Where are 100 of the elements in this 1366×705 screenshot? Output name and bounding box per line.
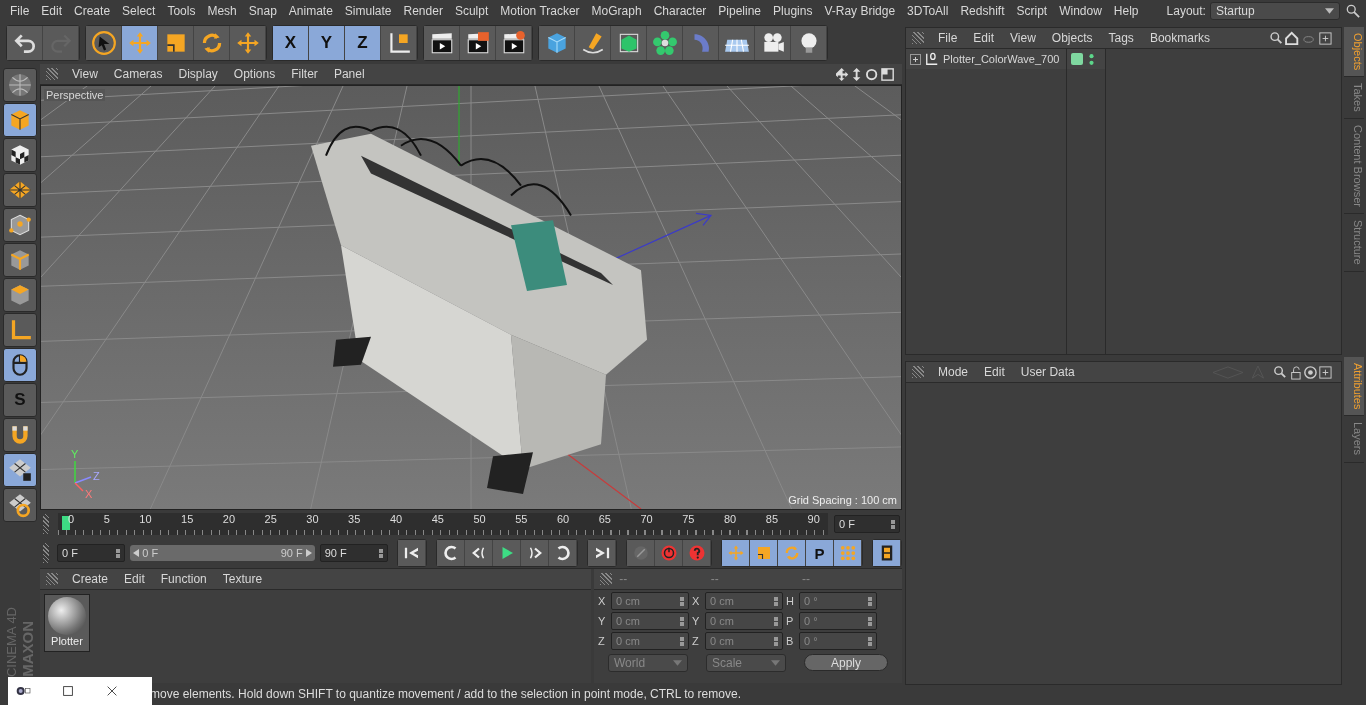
tool-button[interactable] — [3, 453, 37, 487]
menu-item[interactable]: Create — [68, 4, 117, 18]
menu-item[interactable]: Create — [64, 572, 117, 586]
menu-item[interactable]: Animate — [282, 4, 339, 18]
menu-item[interactable]: Objects — [1043, 31, 1101, 45]
frame-range-slider[interactable]: 0 F 90 F — [130, 545, 315, 561]
toolbar-button[interactable] — [424, 26, 460, 60]
menu-item[interactable]: Simulate — [338, 4, 398, 18]
playback-button[interactable] — [778, 540, 806, 566]
axis-button[interactable]: X — [273, 26, 309, 60]
menu-item[interactable]: Edit — [35, 4, 69, 18]
view-navigation-icons[interactable] — [836, 66, 896, 82]
toolbar-button[interactable] — [7, 26, 43, 60]
menu-item[interactable]: Help — [1107, 4, 1145, 18]
menu-item[interactable]: Texture — [214, 572, 271, 586]
spinner-icon[interactable] — [116, 548, 121, 558]
tool-button[interactable] — [3, 243, 37, 277]
side-tab[interactable]: Attributes — [1344, 357, 1364, 417]
left-arrow-icon[interactable] — [133, 549, 140, 557]
menu-item[interactable]: Script — [1010, 4, 1054, 18]
toolbar-button[interactable] — [719, 26, 755, 60]
material-swatch[interactable]: Plotter — [44, 594, 90, 652]
playback-button[interactable] — [722, 540, 750, 566]
spinner-icon[interactable] — [379, 548, 383, 558]
menu-item[interactable]: File — [930, 31, 966, 45]
app-window-icon[interactable] — [16, 684, 32, 698]
menu-item[interactable]: Render — [397, 4, 449, 18]
menu-item[interactable]: Bookmarks — [1141, 31, 1218, 45]
menu-item[interactable]: Plugins — [767, 4, 819, 18]
tool-button[interactable] — [3, 278, 37, 312]
menu-item[interactable]: Window — [1053, 4, 1108, 18]
menu-item[interactable]: Edit — [965, 31, 1003, 45]
menu-item[interactable]: Panel — [325, 67, 373, 81]
viewport-scene[interactable]: Perspective Grid Spacing : 100 cm Y Z X — [40, 85, 902, 510]
menu-item[interactable]: Mesh — [201, 4, 243, 18]
tool-button[interactable] — [3, 173, 37, 207]
menu-item[interactable]: View — [1002, 31, 1044, 45]
axis-button[interactable]: Y — [309, 26, 345, 60]
menu-item[interactable]: Select — [116, 4, 162, 18]
grip-icon[interactable] — [600, 573, 612, 585]
maximize-icon[interactable] — [60, 684, 76, 698]
toolbar-button[interactable] — [460, 26, 496, 60]
menu-item[interactable]: Display — [170, 67, 226, 81]
menu-item[interactable]: Filter — [283, 67, 326, 81]
toolbar-button[interactable] — [381, 26, 417, 60]
grip-icon[interactable] — [912, 32, 924, 44]
tool-button[interactable] — [3, 68, 37, 102]
toolbar-button[interactable] — [86, 26, 122, 60]
menu-item[interactable]: MoGraph — [585, 4, 648, 18]
menu-item[interactable]: Function — [152, 572, 215, 586]
layer-tag-icon[interactable] — [1071, 53, 1083, 65]
tool-button[interactable] — [3, 348, 37, 382]
menu-item[interactable]: Pipeline — [712, 4, 768, 18]
menu-item[interactable]: Redshift — [954, 4, 1011, 18]
search-icon[interactable] — [1345, 4, 1360, 18]
menu-item[interactable]: Snap — [242, 4, 283, 18]
menu-item[interactable]: Sculpt — [448, 4, 495, 18]
tool-button[interactable] — [3, 418, 37, 452]
spinner-icon[interactable] — [891, 519, 895, 529]
tool-button[interactable] — [3, 488, 37, 522]
tool-button[interactable] — [3, 208, 37, 242]
playback-button[interactable] — [437, 540, 465, 566]
grip-icon[interactable] — [46, 68, 58, 80]
current-frame-field[interactable]: 0 F — [834, 515, 900, 533]
playback-button[interactable] — [750, 540, 778, 566]
visibility-dots-icon[interactable] — [1089, 52, 1094, 66]
tool-button[interactable] — [3, 103, 37, 137]
pla-button[interactable]: P — [806, 540, 834, 566]
menu-item[interactable]: Cameras — [105, 67, 171, 81]
playback-button[interactable] — [465, 540, 493, 566]
tool-button[interactable] — [3, 138, 37, 172]
side-tab[interactable]: Objects — [1344, 27, 1364, 78]
menu-item[interactable]: View — [64, 67, 106, 81]
right-arrow-icon[interactable] — [305, 549, 312, 557]
menu-item[interactable]: File — [4, 4, 36, 18]
menu-item[interactable]: Mode — [930, 365, 977, 379]
grip-icon[interactable] — [912, 366, 924, 378]
end-frame-field[interactable]: 90 F — [319, 544, 388, 562]
axis-button[interactable]: Z — [345, 26, 381, 60]
tool-button[interactable] — [3, 313, 37, 347]
playback-button[interactable] — [655, 540, 683, 566]
toolbar-button[interactable] — [755, 26, 791, 60]
grip-icon[interactable] — [46, 573, 58, 585]
start-frame-field[interactable]: 0 F — [57, 544, 126, 562]
menu-item[interactable]: Character — [647, 4, 713, 18]
playback-button[interactable] — [398, 540, 426, 566]
playback-button[interactable] — [588, 540, 616, 566]
playback-button[interactable] — [521, 540, 549, 566]
menu-item[interactable]: Tools — [161, 4, 202, 18]
menu-item[interactable]: Edit — [116, 572, 153, 586]
menu-item[interactable]: Options — [225, 67, 284, 81]
menu-item[interactable]: Edit — [976, 365, 1013, 379]
grip-icon[interactable] — [43, 543, 49, 563]
expand-toggle[interactable] — [910, 53, 921, 65]
toolbar-button[interactable] — [496, 26, 532, 60]
playback-button[interactable] — [873, 540, 901, 566]
menu-item[interactable]: User Data — [1012, 365, 1083, 379]
toolbar-button[interactable] — [647, 26, 683, 60]
menu-item[interactable]: 3DToAll — [901, 4, 955, 18]
menu-item[interactable]: V-Ray Bridge — [818, 4, 902, 18]
